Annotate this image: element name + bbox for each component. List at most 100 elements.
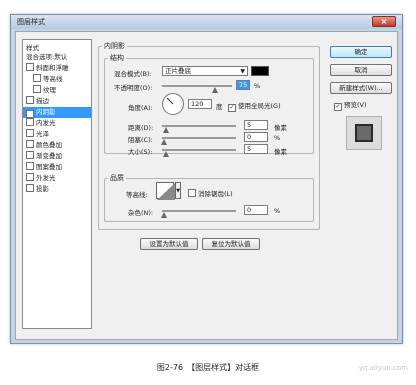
choke-label: 阻塞(C):: [128, 136, 153, 144]
styles-title: 样式: [26, 44, 39, 52]
contour-dropdown-button[interactable]: ▼: [175, 182, 181, 199]
noise-unit: %: [274, 207, 281, 215]
anti-alias-check-icon: [188, 189, 196, 197]
inner-shadow-title: 内阴影: [102, 41, 127, 51]
distance-unit: 像素: [274, 124, 287, 132]
anti-alias-checkbox[interactable]: 消除锯齿(L): [188, 188, 233, 198]
style-item-label: 图案叠加: [36, 163, 62, 171]
anti-alias-label: 消除锯齿(L): [198, 190, 233, 198]
style-item[interactable]: 图案叠加: [23, 162, 91, 173]
style-item-checkbox[interactable]: [26, 184, 34, 192]
style-item[interactable]: 纹理: [23, 85, 91, 96]
style-item-checkbox[interactable]: [26, 140, 34, 148]
style-item[interactable]: 混合选项:默认: [23, 52, 91, 63]
style-item-label: 投影: [36, 185, 49, 193]
dialog-client: 样式 混合选项:默认 斜面和浮雕 等高线 纹理 描边 ✓ 内阴影 内发光 光泽 颜色叠加 渐变叠加图…: [15, 31, 398, 340]
blend-mode-value: 正片叠底: [165, 67, 191, 75]
angle-label: 角度(A):: [128, 104, 153, 112]
style-item-label: 外发光: [36, 174, 56, 182]
distance-slider[interactable]: [162, 125, 236, 127]
style-item-checkbox[interactable]: [26, 96, 34, 104]
chevron-down-icon: ▼: [176, 188, 180, 194]
structure-title: 结构: [108, 53, 126, 63]
angle-unit: 度: [216, 103, 223, 111]
preview-check-icon: ✓: [334, 103, 342, 111]
style-item-label: 等高线: [43, 75, 63, 83]
styles-list: 样式 混合选项:默认 斜面和浮雕 等高线 纹理 描边 ✓ 内阴影 内发光 光泽 颜色叠加 渐变叠加图…: [22, 39, 92, 329]
style-item[interactable]: 内发光: [23, 118, 91, 129]
ok-button[interactable]: 确定: [330, 46, 392, 58]
style-item[interactable]: 斜面和浮雕: [23, 63, 91, 74]
style-item[interactable]: 等高线: [23, 74, 91, 85]
opacity-label: 不透明度(O):: [114, 84, 153, 92]
shadow-color-swatch[interactable]: [251, 66, 269, 76]
choke-slider[interactable]: [162, 137, 236, 139]
distance-label: 距离(D):: [128, 124, 154, 132]
angle-dial[interactable]: [162, 93, 184, 115]
chevron-down-icon: ▼: [240, 68, 245, 75]
preview-checkbox[interactable]: ✓ 预览(V): [334, 99, 367, 111]
quality-title: 品质: [108, 173, 126, 183]
style-item-label: 内阴影: [36, 108, 56, 116]
blend-mode-select[interactable]: 正片叠底 ▼: [162, 66, 248, 76]
style-item-checkbox[interactable]: ✓: [26, 110, 34, 118]
contour-preview[interactable]: [156, 182, 175, 200]
style-item[interactable]: 渐变叠加: [23, 151, 91, 162]
distance-input[interactable]: 5: [244, 120, 268, 130]
cancel-button[interactable]: 取消: [330, 64, 392, 76]
noise-input[interactable]: 0: [244, 205, 268, 215]
figure-caption: 图2-76 【图层样式】对话框: [156, 363, 260, 372]
style-item-checkbox[interactable]: [26, 129, 34, 137]
choke-input[interactable]: 0: [244, 132, 268, 142]
style-item-checkbox[interactable]: [26, 173, 34, 181]
style-preview: [346, 116, 382, 150]
style-item-checkbox[interactable]: [26, 151, 34, 159]
style-item-checkbox[interactable]: [33, 85, 41, 93]
style-item-checkbox[interactable]: [26, 162, 34, 170]
watermark: yq.aliyun.com: [358, 364, 408, 372]
style-item-label: 描边: [36, 97, 49, 105]
style-item[interactable]: ✓ 内阴影: [23, 107, 91, 118]
opacity-slider[interactable]: [162, 85, 232, 87]
angle-input[interactable]: 120: [188, 99, 212, 109]
style-item-label: 渐变叠加: [36, 152, 62, 160]
style-item-checkbox[interactable]: [26, 63, 34, 71]
contour-curve-icon: [157, 183, 175, 200]
noise-slider[interactable]: [162, 210, 236, 212]
style-item-label: 混合选项:默认: [26, 53, 68, 61]
opacity-unit: %: [254, 82, 261, 90]
style-item[interactable]: 外发光: [23, 173, 91, 184]
style-item-label: 内发光: [36, 119, 56, 127]
reset-default-button[interactable]: 复位为默认值: [202, 238, 260, 250]
preview-swatch: [355, 124, 373, 142]
size-input[interactable]: 5: [244, 144, 268, 154]
new-style-button[interactable]: 新建样式(W)...: [330, 82, 392, 94]
style-item[interactable]: 投影: [23, 184, 91, 195]
style-item[interactable]: 光泽: [23, 129, 91, 140]
preview-label: 预览(V): [344, 101, 367, 109]
title-bar[interactable]: 图层样式 ×: [11, 15, 402, 29]
close-button[interactable]: ×: [372, 16, 396, 27]
choke-slider-thumb[interactable]: [161, 139, 167, 145]
size-slider[interactable]: [162, 149, 236, 151]
angle-needle-icon: [166, 97, 174, 105]
global-light-checkbox[interactable]: ✓ 使用全局光(G): [228, 100, 281, 112]
size-label: 大小(S):: [128, 148, 153, 156]
noise-slider-thumb[interactable]: [161, 212, 167, 218]
style-item-checkbox[interactable]: [33, 74, 41, 82]
noise-label: 杂色(N):: [128, 209, 154, 217]
style-item[interactable]: 颜色叠加: [23, 140, 91, 151]
style-item-label: 颜色叠加: [36, 141, 62, 149]
style-item-label: 斜面和浮雕: [36, 64, 69, 72]
global-light-check-icon: ✓: [228, 104, 236, 112]
opacity-input[interactable]: 75: [236, 80, 250, 90]
style-item-checkbox[interactable]: [26, 118, 34, 126]
set-default-button[interactable]: 设置为默认值: [140, 238, 198, 250]
opacity-slider-thumb[interactable]: [211, 87, 218, 93]
size-slider-thumb[interactable]: [163, 151, 169, 157]
distance-slider-thumb[interactable]: [163, 127, 169, 133]
layer-style-dialog: 图层样式 × 样式 混合选项:默认 斜面和浮雕 等高线 纹理 描边 ✓ 内阴影 内发光 光泽 颜色…: [10, 14, 403, 344]
style-item[interactable]: 描边: [23, 96, 91, 107]
contour-label: 等高线:: [126, 191, 148, 199]
window-title: 图层样式: [17, 18, 45, 26]
